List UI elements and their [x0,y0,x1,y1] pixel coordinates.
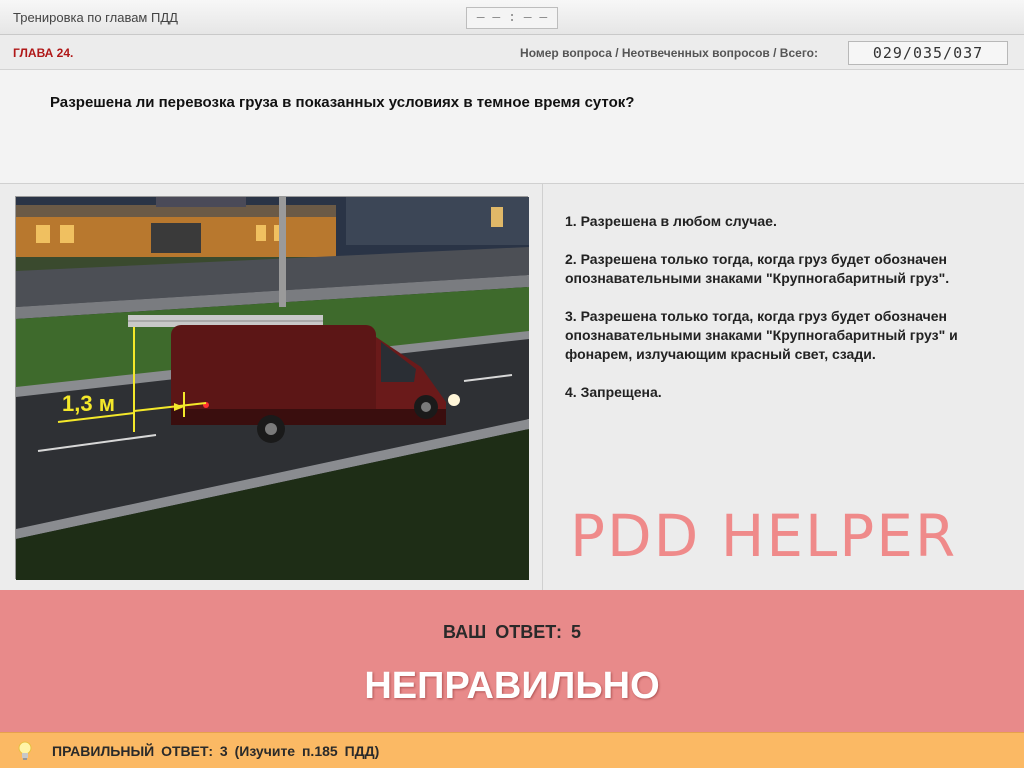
correct-answer-hint: ПРАВИЛЬНЫЙ ОТВЕТ: 3 (Изучите п.185 ПДД) [52,743,380,759]
content-area: 1,3 м 1. Разрешена в любом случае. 2. Ра… [0,184,1024,590]
answer-option-1[interactable]: 1. Разрешена в любом случае. [565,212,1005,231]
app-title: Тренировка по главам ПДД [13,10,178,25]
timer-display: – – : – – [466,7,558,29]
answer-option-2[interactable]: 2. Разрешена только тогда, когда груз бу… [565,250,1005,288]
chapter-bar: ГЛАВА 24. Номер вопроса / Неотвеченных в… [0,36,1024,70]
question-text: Разрешена ли перевозка груза в показанны… [50,94,635,111]
watermark: PDD HELPER [570,502,958,570]
chapter-label: ГЛАВА 24. [13,46,74,60]
verdict-text: НЕПРАВИЛЬНО [364,665,660,707]
answer-list: 1. Разрешена в любом случае. 2. Разрешен… [565,212,1005,421]
image-panel: 1,3 м [0,184,543,590]
result-panel: ВАШ ОТВЕТ: 5 НЕПРАВИЛЬНО [0,590,1024,732]
lightbulb-icon [17,741,33,761]
question-image: 1,3 м [15,196,529,580]
answer-option-3[interactable]: 3. Разрешена только тогда, когда груз бу… [565,307,1005,364]
measurement-label: 1,3 м [62,391,115,416]
question-area: Разрешена ли перевозка груза в показанны… [0,70,1024,184]
title-bar: Тренировка по главам ПДД – – : – – [0,0,1024,35]
your-answer-text: ВАШ ОТВЕТ: 5 [443,622,581,642]
question-counter: 029/035/037 [848,41,1008,65]
answer-option-4[interactable]: 4. Запрещена. [565,383,1005,402]
hint-bar: ПРАВИЛЬНЫЙ ОТВЕТ: 3 (Изучите п.185 ПДД) [0,732,1024,768]
night-road-illustration: 1,3 м [16,197,529,580]
question-counter-label: Номер вопроса / Неотвеченных вопросов / … [520,46,818,60]
